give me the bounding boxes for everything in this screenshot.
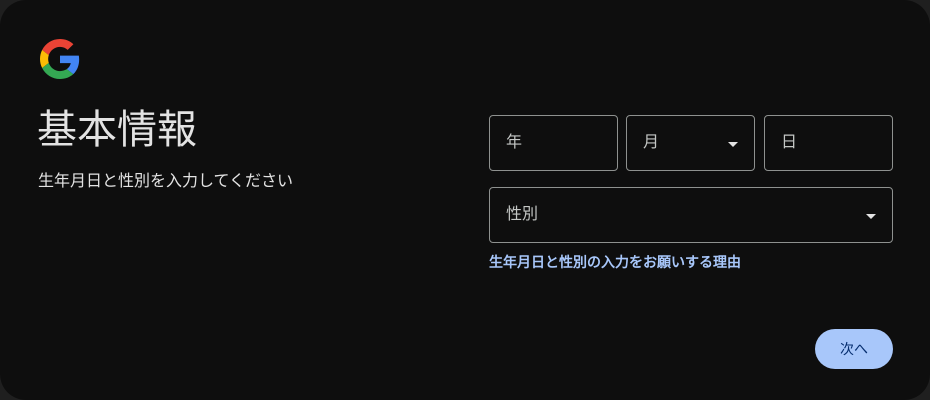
page-title: 基本情報 <box>37 107 197 153</box>
month-select[interactable]: 月 <box>626 115 755 171</box>
gender-select[interactable]: 性別 <box>489 187 893 243</box>
day-label: 日 <box>781 132 798 151</box>
chevron-down-icon <box>866 214 876 219</box>
day-input[interactable]: 日 <box>764 115 893 171</box>
google-logo-icon <box>40 39 80 79</box>
page-subtitle: 生年月日と性別を入力してください <box>38 171 294 190</box>
gender-label: 性別 <box>506 204 539 223</box>
why-info-link[interactable]: 生年月日と性別の入力をお願いする理由 <box>489 253 741 273</box>
month-label: 月 <box>643 132 660 151</box>
signup-card: 基本情報 生年月日と性別を入力してください 年 月 日 性別 生年月日と性別の入… <box>0 0 930 400</box>
next-button[interactable]: 次へ <box>815 329 893 369</box>
year-input[interactable]: 年 <box>489 115 618 171</box>
year-label: 年 <box>506 132 523 151</box>
chevron-down-icon <box>728 142 738 147</box>
